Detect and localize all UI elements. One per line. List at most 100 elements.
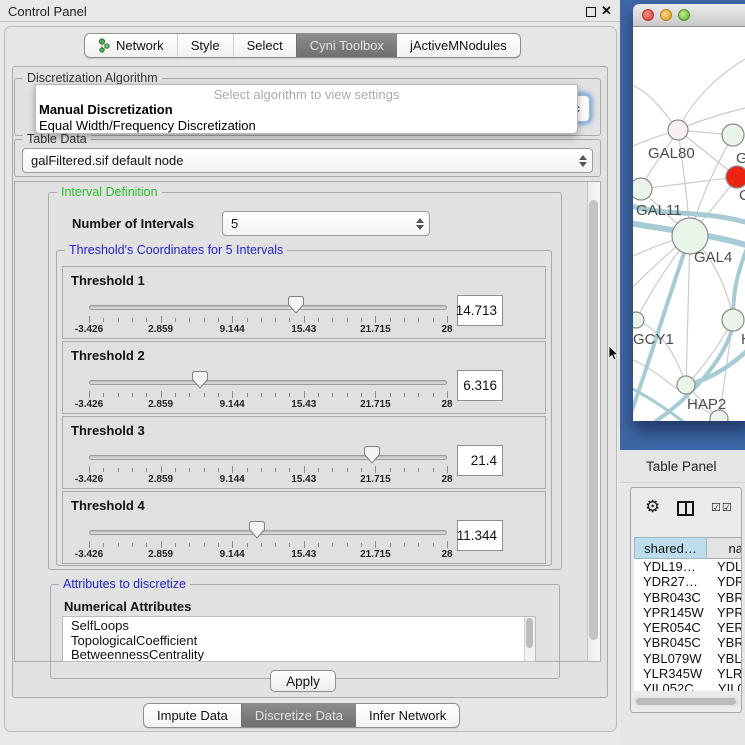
network-node-label: GAL4 [694,249,732,266]
threshold-1-panel: Threshold 1 -3.4262.8599.14415.4321.7152… [62,266,546,339]
network-node-g[interactable] [722,124,744,146]
tab-jactivemnodules[interactable]: jActiveMNodules [397,34,520,57]
slider-thumb[interactable] [288,296,304,314]
threshold-2-slider[interactable]: -3.4262.8599.14415.4321.71528 [89,342,447,415]
table-row[interactable]: YBR045CYBR0 [634,635,742,650]
network-node-label: G. [736,150,745,167]
close-icon[interactable]: ✕ [601,3,612,19]
tab-infer-network[interactable]: Infer Network [356,704,459,727]
column-header-shared-name[interactable]: shared… [634,537,707,559]
tab-cyni-toolbox[interactable]: Cyni Toolbox [296,34,397,57]
network-node-label: GAL11 [636,202,682,219]
table-row[interactable]: YPR145WYPR1 [634,605,742,620]
tab-style[interactable]: Style [177,34,233,57]
control-panel-tabbar: Network Style Select Cyni Toolbox jActiv… [84,33,521,58]
slider-ticks [89,391,447,399]
column-header-name[interactable]: na [707,537,742,559]
number-of-intervals-combobox[interactable]: 5 [222,211,430,236]
network-node-label: GAL80 [648,145,695,162]
dropdown-option-equal-width[interactable]: Equal Width/Frequency Discretization [36,117,577,133]
panel-scrollbar-thumb[interactable] [589,200,598,640]
slider-track[interactable] [89,380,447,385]
network-node-label: H [741,331,745,348]
slider-thumb[interactable] [364,446,380,464]
table-panel-window: ⚙ ☑☑ shared… na YDL19…YDL1YDR27…YDR2YBR0… [630,487,742,713]
attribute-list-item[interactable]: SelfLoops [71,619,535,634]
tab-network-label: Network [116,38,164,53]
network-canvas[interactable]: GAL80G.CGAL11GAL4GCY1HHAP2 [633,27,745,421]
network-node-gal80[interactable] [668,120,688,140]
threshold-1-value-field[interactable]: 14.713 [457,295,503,326]
network-node-gcy1[interactable] [633,312,644,328]
numerical-attributes-list[interactable]: SelfLoopsTopologicalCoefficientBetweenne… [62,616,536,662]
table-hscrollbar-thumb[interactable] [636,698,736,705]
table-header-row: shared… na [634,537,742,559]
slider-tick-labels: -3.4262.8599.14415.4321.71528 [89,549,447,561]
mouse-cursor [608,346,619,361]
slider-thumb[interactable] [249,521,265,539]
attribute-list-item[interactable]: BetweennessCentrality [71,648,535,662]
table-settings-gear-icon[interactable]: ⚙ [645,497,660,517]
interval-definition-title: Interval Definition [57,185,162,199]
cyni-mode-tabbar: Impute Data Discretize Data Infer Networ… [143,703,460,728]
network-tab-icon [98,38,111,53]
float-window-icon[interactable] [586,7,596,17]
close-traffic-light-icon[interactable] [642,9,654,21]
table-row[interactable]: YDR27…YDR2 [634,574,742,589]
algorithm-dropdown-popup: Select algorithm to view settings Manual… [35,84,578,134]
table-data-combobox[interactable]: galFiltered.sif default node [22,148,593,173]
list-scrollbar-thumb[interactable] [526,618,533,648]
threshold-2-panel: Threshold 2 -3.4262.8599.14415.4321.7152… [62,341,546,414]
tab-select[interactable]: Select [233,34,296,57]
network-view-window[interactable]: GAL80G.CGAL11GAL4GCY1HHAP2 [633,4,745,421]
tab-network[interactable]: Network [85,34,177,57]
threshold-4-slider[interactable]: -3.4262.8599.14415.4321.71528 [89,492,447,565]
tab-discretize-data[interactable]: Discretize Data [241,704,356,727]
slider-track[interactable] [89,455,447,460]
threshold-2-value-field[interactable]: 6.316 [457,370,503,401]
number-of-intervals-label: Number of Intervals [72,216,194,231]
network-node-gal11[interactable] [633,178,652,200]
threshold-3-slider[interactable]: -3.4262.8599.14415.4321.71528 [89,417,447,490]
apply-button[interactable]: Apply [270,670,336,692]
network-window-titlebar[interactable] [633,4,745,27]
slider-thumb[interactable] [192,371,208,389]
attribute-list-item[interactable]: TopologicalCoefficient [71,634,535,649]
combo-stepper-icon [416,218,424,230]
table-row[interactable]: YBR043CYBR0 [634,590,742,605]
control-panel-title: Control Panel [8,4,87,19]
network-node-c[interactable] [726,166,745,188]
table-row[interactable]: YBL079WYBL0 [634,651,742,666]
control-panel-titlebar [0,0,620,22]
threshold-1-slider[interactable]: -3.4262.8599.14415.4321.71528 [89,267,447,340]
table-row[interactable]: YLR345WYLR3 [634,666,742,681]
tab-impute-data[interactable]: Impute Data [144,704,241,727]
threshold-3-value-field[interactable]: 21.4 [457,445,503,476]
algorithm-group-title: Discretization Algorithm [23,71,162,85]
threshold-4-panel: Threshold 4 -3.4262.8599.14415.4321.7152… [62,491,546,564]
slider-track[interactable] [89,530,447,535]
dropdown-option-manual[interactable]: Manual Discretization [36,101,577,117]
select-columns-icon[interactable]: ☑☑ [711,501,733,514]
slider-ticks [89,316,447,324]
minimize-traffic-light-icon[interactable] [660,9,672,21]
number-of-intervals-value: 5 [231,216,238,231]
network-node-h[interactable] [722,309,744,331]
zoom-traffic-light-icon[interactable] [678,9,690,21]
threshold-3-panel: Threshold 3 -3.4262.8599.14415.4321.7152… [62,416,546,489]
table-row[interactable]: YIL052CYIL0 [634,681,742,691]
threshold-coordinates-title: Threshold's Coordinates for 5 Intervals [65,243,287,257]
table-data-value: galFiltered.sif default node [31,153,183,168]
threshold-4-value-field[interactable]: 11.344 [457,520,503,551]
network-node-label: GCY1 [633,331,674,348]
network-node-hap2[interactable] [677,376,695,394]
table-rows[interactable]: YDL19…YDL1YDR27…YDR2YBR043CYBR0YPR145WYP… [634,559,742,691]
attributes-group-title: Attributes to discretize [59,577,190,591]
table-row[interactable]: YDL19…YDL1 [634,559,742,574]
table-row[interactable]: YER054CYER0 [634,620,742,635]
split-columns-icon[interactable] [677,501,694,516]
dropdown-prompt: Select algorithm to view settings [36,85,577,101]
slider-tick-labels: -3.4262.8599.14415.4321.71528 [89,399,447,411]
network-node-label: C [739,187,745,204]
slider-track[interactable] [89,305,447,310]
